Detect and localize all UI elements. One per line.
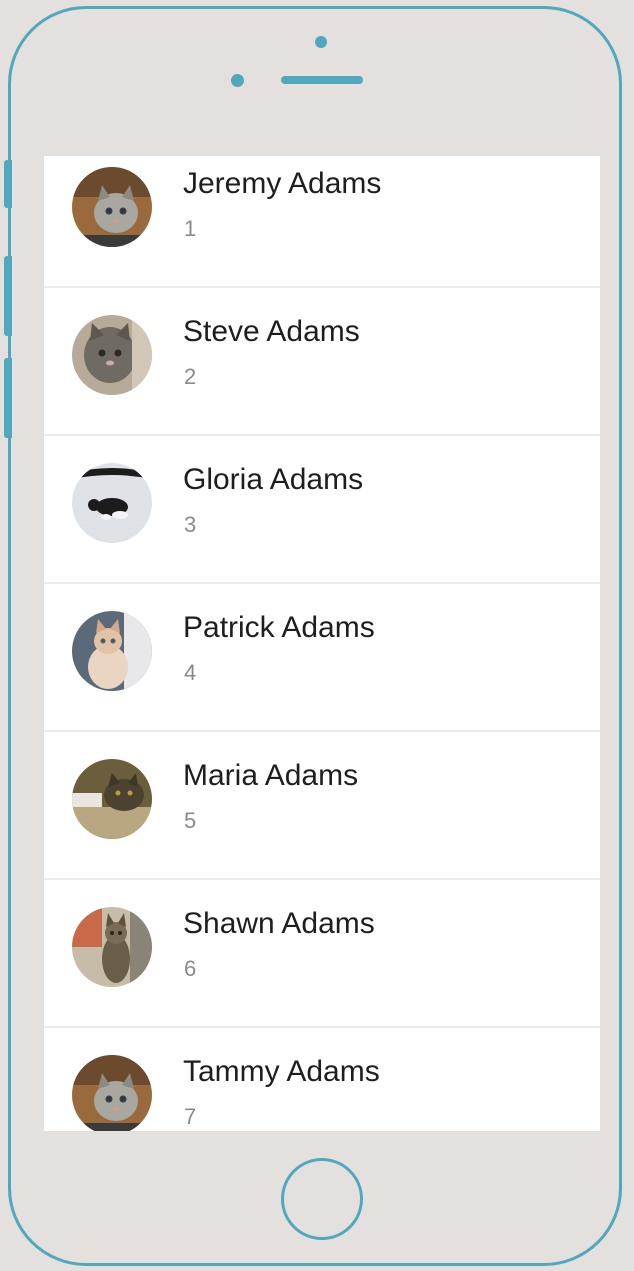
screen: Jeremy Adams 1 Steve Adams 2 Gloria Adam… [44,156,600,1131]
list-item[interactable]: Tammy Adams 7 [44,1028,600,1131]
contact-list: Jeremy Adams 1 Steve Adams 2 Gloria Adam… [44,156,600,1131]
avatar-cat-icon [72,907,152,987]
avatar-cat-icon [72,611,152,691]
contact-number: 5 [184,808,197,833]
home-button[interactable] [281,1158,363,1240]
contact-number: 1 [184,216,197,241]
avatar-cat-icon [72,1055,152,1131]
sensor-icon [231,74,244,87]
avatar-cat-icon [72,315,152,395]
contact-name: Patrick Adams [183,611,375,644]
list-item[interactable]: Shawn Adams 6 [44,880,600,1028]
contact-number: 2 [184,364,197,389]
contact-name: Shawn Adams [183,907,375,940]
contact-number: 3 [184,512,197,537]
contact-name: Gloria Adams [183,463,364,496]
contact-number: 7 [184,1104,197,1129]
avatar-cat-icon [72,759,152,839]
list-item[interactable]: Maria Adams 5 [44,732,600,880]
avatar-cat-icon [72,167,152,247]
contact-name: Jeremy Adams [183,167,382,200]
contact-name: Steve Adams [183,315,360,348]
list-item[interactable]: Steve Adams 2 [44,288,600,436]
contact-name: Maria Adams [183,759,359,792]
volume-down-button [4,358,12,438]
silent-switch [4,160,12,208]
contact-number: 6 [184,956,197,981]
contact-name: Tammy Adams [183,1055,380,1088]
list-item[interactable]: Jeremy Adams 1 [44,156,600,288]
phone-mockup: Jeremy Adams 1 Steve Adams 2 Gloria Adam… [0,0,634,1271]
list-item[interactable]: Patrick Adams 4 [44,584,600,732]
contact-number: 4 [184,660,197,685]
volume-up-button [4,256,12,336]
avatar-cat-icon [72,463,152,543]
list-item[interactable]: Gloria Adams 3 [44,436,600,584]
speaker-grille [281,76,363,84]
camera-icon [315,36,327,48]
